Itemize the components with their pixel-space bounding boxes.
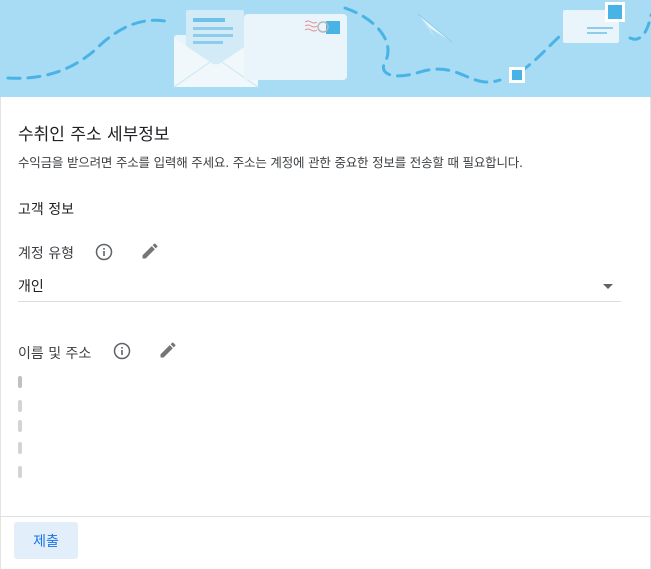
page-title: 수취인 주소 세부정보 bbox=[18, 125, 170, 145]
info-icon[interactable] bbox=[113, 342, 131, 364]
edit-icon[interactable] bbox=[140, 241, 160, 265]
envelope-illustration bbox=[6, 2, 651, 88]
page-subtitle: 수익금을 받으려면 주소를 입력해 주세요. 주소는 계정에 관한 중요한 정보… bbox=[18, 155, 523, 170]
account-type-label: 계정 유형 bbox=[18, 246, 74, 262]
header-banner-illustration bbox=[0, 0, 651, 97]
redacted-address bbox=[18, 372, 218, 480]
customer-info-heading: 고객 정보 bbox=[18, 202, 74, 218]
account-type-value: 개인 bbox=[18, 279, 44, 295]
name-address-label: 이름 및 주소 bbox=[18, 346, 92, 362]
edit-icon[interactable] bbox=[158, 340, 178, 364]
account-type-select[interactable]: 개인 bbox=[18, 272, 621, 302]
submit-button[interactable]: 제출 bbox=[14, 522, 78, 559]
footer-bar bbox=[0, 516, 651, 569]
info-icon[interactable] bbox=[95, 243, 113, 265]
chevron-down-icon bbox=[603, 284, 613, 289]
